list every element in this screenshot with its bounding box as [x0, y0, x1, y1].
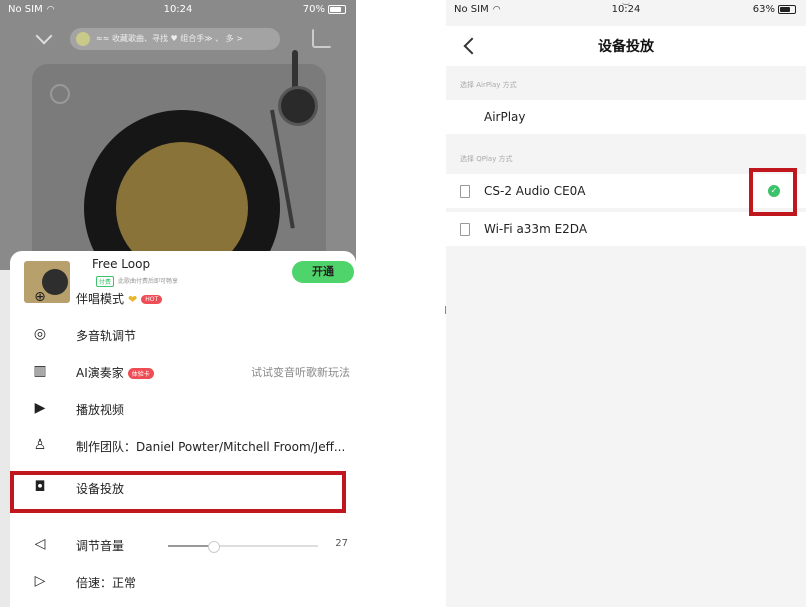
avatar	[76, 32, 90, 46]
highlight-selected-device	[749, 168, 797, 216]
menu-item-ai-player[interactable]: ▥ AI演奏家 体验卡 试试变音听歌新玩法	[20, 355, 350, 391]
player-screen: No SIM ◠ 10:24 70% ≈≈ 收藏歌曲、寻找 ♥ 组合手≫ 、 多 …	[0, 0, 356, 607]
menu-item-volume[interactable]: ◁ 调节音量 27	[20, 528, 350, 564]
volume-slider[interactable]	[168, 541, 318, 553]
volume-slider-fill	[168, 545, 213, 547]
piano-icon: ▥	[33, 363, 47, 379]
open-vip-button[interactable]: 开通	[292, 261, 354, 283]
share-icon[interactable]	[312, 28, 332, 48]
battery-icon	[778, 4, 796, 14]
menu-label: AI演奏家	[76, 366, 124, 380]
menu-item-play-video[interactable]: ▶ 播放视频	[20, 392, 350, 428]
status-bar: No SIM ◠ 10:24 70%	[0, 0, 356, 22]
menu-item-multitrack[interactable]: ◎ 多音轨调节	[20, 318, 350, 354]
airplay-section-header: 选择 AirPlay 方式	[460, 81, 517, 89]
menu-label: 调节音量	[76, 539, 125, 553]
song-title: Free Loop	[92, 257, 151, 271]
speaker-device-icon	[460, 223, 470, 236]
menu-hint: 试试变音听歌新玩法	[251, 366, 350, 379]
vip-heart-icon: ❤	[128, 293, 138, 306]
menu-label: 伴唱模式	[76, 292, 125, 306]
airplay-option[interactable]: AirPlay	[446, 100, 806, 134]
menu-label: 多音轨调节	[76, 329, 137, 343]
hot-badge: HOT	[141, 295, 163, 304]
status-bar: No SIM ◠ 10:24 63%	[446, 0, 806, 22]
nav-bar: 设备投放	[446, 26, 806, 66]
karaoke-icon: ⊕	[34, 289, 46, 305]
menu-label: 播放视频	[76, 403, 125, 417]
search-placeholder: ≈≈ 收藏歌曲、寻找 ♥ 组合手≫ 、 多 >	[96, 34, 243, 43]
battery-indicator: 63%	[753, 4, 796, 15]
turntable-logo-icon	[50, 84, 70, 104]
menu-item-karaoke[interactable]: ⊕ 伴唱模式 ❤ HOT	[20, 281, 350, 317]
menu-item-team[interactable]: ♙ 制作团队：Daniel Powter/Mitchell Froom/Jeff…	[20, 429, 350, 465]
speaker-device-icon	[460, 185, 470, 198]
battery-icon	[328, 4, 346, 14]
more-options-sheet: Free Loop 付费 此歌曲付费后即可畅享 开通 ⊕ 伴唱模式 ❤ HOT ◎ …	[10, 251, 356, 607]
menu-label: 制作团队：Daniel Powter/Mitchell Froom/Jeff..…	[76, 440, 346, 454]
highlight-device-cast	[10, 471, 346, 513]
airplay-label: AirPlay	[484, 110, 526, 124]
search-bar[interactable]: ≈≈ 收藏歌曲、寻找 ♥ 组合手≫ 、 多 >	[70, 28, 280, 50]
trial-badge: 体验卡	[127, 368, 154, 379]
device-name: CS-2 Audio CE0A	[484, 184, 586, 198]
volume-value: 27	[335, 538, 348, 549]
device-name: Wi-Fi a33m E2DA	[484, 222, 588, 236]
device-cast-screen: No SIM ◠ 10:24 63% 设备投放 选择 AirPlay 方式 Air…	[446, 0, 806, 607]
speed-icon: ▷	[34, 573, 46, 589]
volume-slider-knob[interactable]	[208, 541, 220, 553]
team-icon: ♙	[33, 437, 47, 453]
menu-label: 倍速：正常	[76, 576, 137, 590]
battery-indicator: 70%	[303, 4, 346, 15]
volume-icon: ◁	[34, 536, 46, 552]
page-title: 设备投放	[598, 39, 654, 55]
menu-item-speed[interactable]: ▷ 倍速：正常	[20, 565, 350, 601]
device-row-wifi[interactable]: Wi-Fi a33m E2DA	[446, 212, 806, 246]
play-video-icon: ▶	[34, 400, 46, 416]
tonearm-base	[278, 86, 318, 126]
multitrack-icon: ◎	[33, 326, 47, 342]
